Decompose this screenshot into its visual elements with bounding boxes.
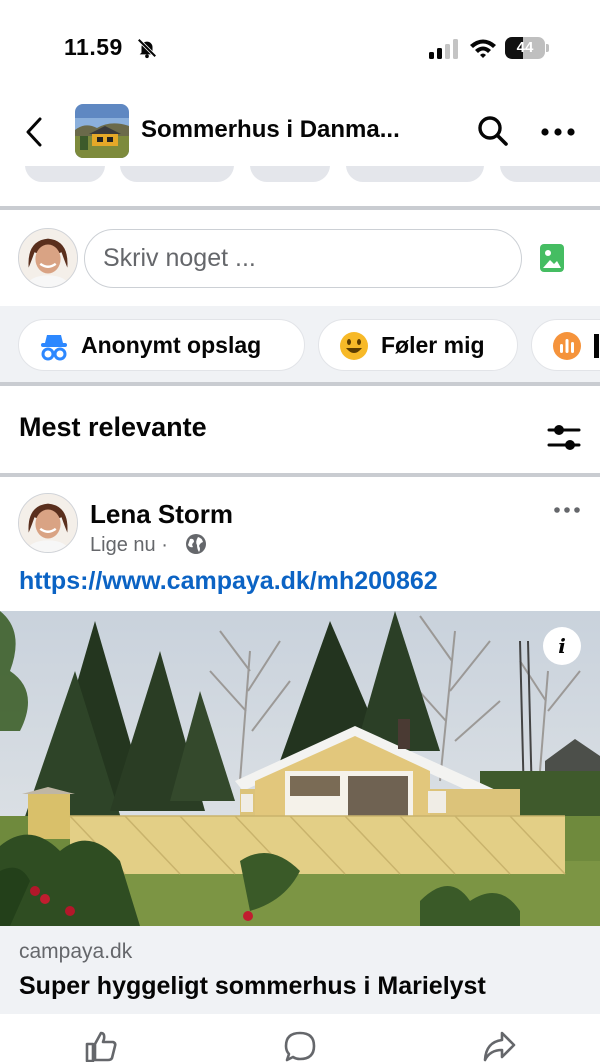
post-time[interactable]: Lige nu: [90, 534, 156, 556]
poll-icon: [553, 332, 581, 360]
tab-pill[interactable]: [25, 166, 105, 182]
post-link[interactable]: https://www.campaya.dk/mh200862: [19, 567, 438, 596]
status-bar: 11.59 44: [0, 0, 600, 96]
link-title: Super hyggeligt sommerhus i Marielyst: [19, 972, 486, 1000]
chip-feeling[interactable]: Føler mig: [318, 319, 518, 371]
globe-icon: [186, 534, 206, 554]
group-title[interactable]: Sommerhus i Danma...: [141, 116, 441, 144]
bell-slash-icon: [137, 38, 157, 59]
sort-label[interactable]: Mest relevante: [19, 412, 207, 443]
smiley-icon: [340, 332, 368, 360]
tab-pill[interactable]: [250, 166, 330, 182]
chip-label: Føler mig: [381, 332, 485, 358]
back-icon[interactable]: [22, 116, 48, 148]
link-preview-image[interactable]: [0, 611, 600, 926]
group-header: Sommerhus i Danma...: [0, 96, 600, 168]
photo-icon[interactable]: [539, 243, 565, 273]
group-avatar[interactable]: [75, 104, 129, 158]
tab-pill[interactable]: [346, 166, 484, 182]
composer-input[interactable]: Skriv noget ...: [84, 229, 522, 288]
tab-pill[interactable]: [120, 166, 234, 182]
filter-sliders-icon[interactable]: [547, 423, 581, 453]
profile-avatar[interactable]: [18, 228, 78, 288]
like-icon[interactable]: [84, 1030, 118, 1062]
status-time: 11.59: [64, 34, 123, 60]
post-author-avatar[interactable]: [18, 493, 78, 553]
post-options-row: Anonymt opslag Føler mig: [0, 306, 600, 384]
post-author-name[interactable]: Lena Storm: [90, 499, 233, 530]
post-composer: Skriv noget ...: [0, 212, 600, 304]
chip-poll[interactable]: [531, 319, 600, 371]
signal-icon: [429, 39, 458, 59]
chip-label: Anonymt opslag: [81, 332, 262, 358]
share-icon[interactable]: [482, 1030, 516, 1062]
chip-anonymous-post[interactable]: Anonymt opslag: [18, 319, 305, 371]
info-badge[interactable]: i: [543, 627, 581, 665]
link-domain: campaya.dk: [19, 940, 133, 963]
divider: [0, 473, 600, 477]
tab-pill[interactable]: [500, 166, 600, 182]
post-actions: [0, 1014, 600, 1064]
battery-icon: 44: [505, 37, 549, 59]
divider: [0, 382, 600, 386]
search-icon[interactable]: [476, 114, 510, 148]
comment-icon[interactable]: [283, 1030, 317, 1062]
link-preview-caption[interactable]: campaya.dk Super hyggeligt sommerhus i M…: [0, 926, 600, 1014]
chip-label-truncated: [594, 334, 599, 358]
post-meta: Lige nu ·: [90, 534, 168, 557]
post-more-icon[interactable]: [553, 505, 581, 515]
anonymous-icon: [41, 335, 67, 361]
wifi-icon: [470, 39, 496, 58]
tab-pills-strip: [0, 166, 600, 186]
battery-level: 44: [516, 39, 534, 56]
sort-row: Mest relevante: [0, 387, 600, 473]
meta-separator: ·: [161, 534, 168, 556]
more-icon[interactable]: [540, 127, 576, 137]
divider: [0, 206, 600, 210]
